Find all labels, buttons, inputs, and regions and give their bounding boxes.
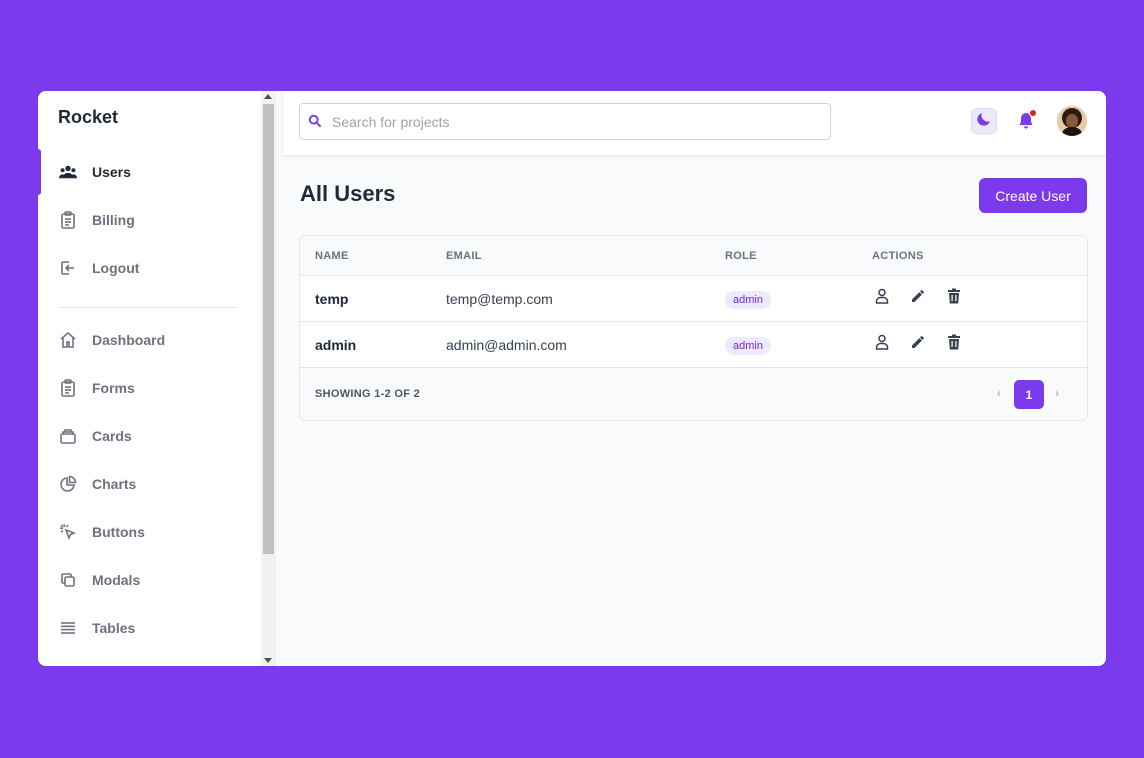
sidebar-item-cards[interactable]: Cards (38, 413, 261, 459)
sidebar-item-label: Charts (92, 476, 137, 492)
sidebar-item-label: Dashboard (92, 332, 166, 348)
clipboard-icon (58, 210, 78, 230)
top-bar (283, 91, 1106, 155)
view-user-button[interactable] (873, 288, 891, 309)
pie-chart-icon (58, 474, 78, 494)
user-name: temp (315, 291, 349, 307)
pagination-next[interactable]: › (1055, 386, 1059, 400)
user-email: temp@temp.com (446, 291, 553, 307)
search-icon (308, 114, 324, 130)
pagination-page[interactable]: 1 (1014, 380, 1044, 409)
sidebar-item-modals[interactable]: Modals (38, 557, 261, 603)
column-header-actions: ACTIONS (872, 250, 924, 262)
main-content: All Users Create User NAME EMAIL ROLE AC… (276, 91, 1106, 666)
sidebar-item-label: Cards (92, 428, 132, 444)
sidebar-item-users[interactable]: Users (38, 149, 261, 195)
user-icon (875, 334, 889, 355)
edit-user-button[interactable] (909, 289, 927, 307)
pagination-prev[interactable]: ‹ (997, 386, 1001, 400)
table-lines-icon (58, 618, 78, 638)
sidebar: Rocket Users Billing Logout Dashboard Fo… (38, 91, 261, 666)
user-email: admin@admin.com (446, 337, 567, 353)
sidebar-item-tables[interactable]: Tables (38, 605, 261, 651)
user-icon (875, 288, 889, 309)
view-user-button[interactable] (873, 334, 891, 355)
table-footer: SHOWING 1-2 OF 2 ‹ 1 › (300, 369, 1087, 420)
column-header-name: NAME (315, 250, 349, 262)
users-icon (58, 162, 78, 182)
notification-dot (1029, 109, 1037, 117)
page-title: All Users (300, 181, 396, 206)
theme-toggle-button[interactable] (971, 108, 997, 134)
sidebar-divider (58, 307, 238, 308)
trash-icon (947, 334, 961, 355)
moon-icon (976, 111, 992, 132)
column-header-role: ROLE (725, 250, 757, 262)
table-row: admin admin@admin.com admin (300, 322, 1087, 368)
scroll-up-arrow[interactable] (264, 94, 272, 99)
table-header: NAME EMAIL ROLE ACTIONS (300, 236, 1087, 276)
pencil-icon (910, 288, 926, 309)
sidebar-item-forms[interactable]: Forms (38, 365, 261, 411)
search-box[interactable] (299, 103, 831, 140)
clipboard-icon (58, 378, 78, 398)
showing-count: SHOWING 1-2 OF 2 (315, 388, 421, 400)
sidebar-scrollbar[interactable] (261, 91, 276, 666)
sidebar-item-charts[interactable]: Charts (38, 461, 261, 507)
search-input[interactable] (332, 113, 812, 130)
duplicate-icon (58, 570, 78, 590)
delete-user-button[interactable] (945, 334, 963, 355)
table-row: temp temp@temp.com admin (300, 276, 1087, 322)
users-table: NAME EMAIL ROLE ACTIONS temp temp@temp.c… (299, 235, 1088, 421)
sidebar-item-billing[interactable]: Billing (38, 197, 261, 243)
sidebar-item-label: Forms (92, 380, 135, 396)
create-user-button[interactable]: Create User (979, 178, 1087, 213)
column-header-email: EMAIL (446, 250, 482, 262)
role-badge: admin (725, 337, 771, 355)
scroll-down-arrow[interactable] (264, 658, 272, 663)
role-badge: admin (725, 291, 771, 309)
sidebar-item-label: Tables (92, 620, 136, 636)
trash-icon (947, 288, 961, 309)
sidebar-item-label: Billing (92, 212, 135, 228)
user-name: admin (315, 337, 357, 353)
pencil-icon (910, 334, 926, 355)
sidebar-item-label: Users (92, 164, 131, 180)
sidebar-item-buttons[interactable]: Buttons (38, 509, 261, 555)
sidebar-item-label: Logout (92, 260, 140, 276)
edit-user-button[interactable] (909, 335, 927, 353)
sidebar-item-label: Buttons (92, 524, 145, 540)
sidebar-item-label: Modals (92, 572, 141, 588)
delete-user-button[interactable] (945, 288, 963, 309)
bell-icon (1018, 109, 1037, 130)
card-icon (58, 426, 78, 446)
home-icon (58, 330, 78, 350)
app-window: Rocket Users Billing Logout Dashboard Fo… (38, 91, 1106, 666)
avatar[interactable] (1057, 106, 1087, 136)
sidebar-item-logout[interactable]: Logout (38, 245, 261, 291)
cursor-click-icon (58, 522, 78, 542)
sidebar-item-dashboard[interactable]: Dashboard (38, 317, 261, 363)
scroll-thumb[interactable] (263, 104, 274, 554)
logout-icon (58, 258, 78, 278)
brand-logo[interactable]: Rocket (58, 107, 118, 128)
notifications-button[interactable] (1016, 109, 1037, 132)
